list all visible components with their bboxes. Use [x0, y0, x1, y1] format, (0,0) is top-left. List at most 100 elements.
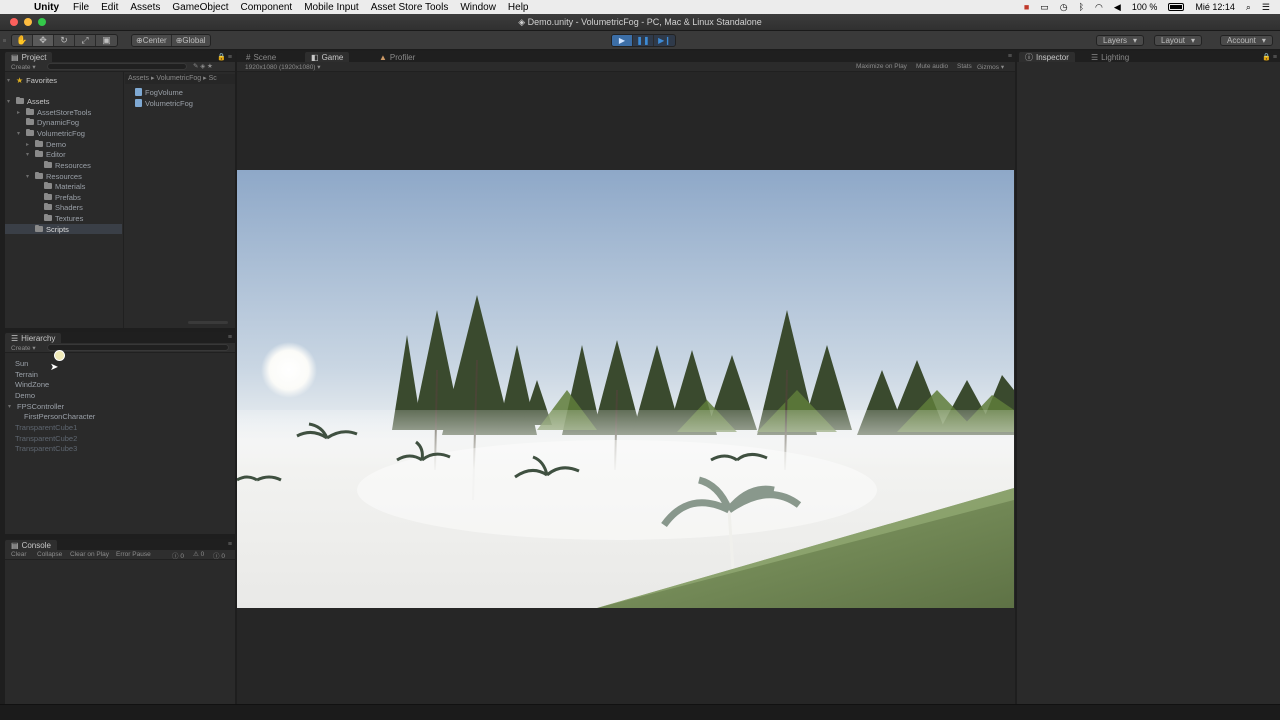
tree-item[interactable]: Textures — [35, 213, 83, 223]
hierarchy-item-disabled[interactable]: TransparentCube2 — [15, 433, 77, 443]
tree-item[interactable]: ▸ Demo — [26, 139, 66, 149]
menu-help[interactable]: Help — [508, 2, 529, 13]
tab-lighting[interactable]: ☰ Lighting — [1085, 52, 1135, 62]
console-clear-on-play-button[interactable]: Clear on Play — [70, 551, 109, 558]
project-create-dropdown[interactable]: Create ▾ — [11, 63, 36, 71]
tree-item[interactable]: ▾ Resources — [26, 171, 82, 181]
hierarchy-search-input[interactable] — [47, 344, 229, 351]
play-icon[interactable]: ▶ — [612, 35, 633, 46]
tree-item[interactable]: Resources — [35, 160, 91, 170]
bluetooth-icon[interactable]: ᛒ — [1079, 2, 1084, 12]
account-dropdown[interactable]: Account ▾ — [1220, 35, 1273, 46]
resolution-dropdown[interactable]: 1920x1080 (1920x1080) ▾ — [245, 63, 321, 71]
hierarchy-item[interactable]: Terrain — [15, 369, 38, 379]
file-item[interactable]: VolumetricFog — [135, 98, 193, 108]
tree-item[interactable]: Shaders — [35, 202, 83, 212]
menu-component[interactable]: Component — [241, 2, 293, 13]
tree-item[interactable]: DynamicFog — [17, 117, 79, 127]
layers-label: Layers — [1103, 36, 1128, 45]
error-count-toggle[interactable]: ⓘ 0 — [213, 550, 225, 560]
filter-icons[interactable]: ✎ ◈ ★ — [193, 62, 213, 70]
folder-icon — [44, 182, 52, 189]
console-clear-button[interactable]: Clear — [11, 551, 27, 558]
hierarchy-item[interactable]: FirstPersonCharacter — [24, 411, 95, 421]
tree-item[interactable]: Prefabs — [35, 192, 81, 202]
tree-item[interactable]: ▸ AssetStoreTools — [17, 107, 91, 117]
hierarchy-item[interactable]: ▾ FPSController — [8, 401, 64, 411]
tab-game[interactable]: ◧ Game — [305, 52, 350, 62]
rect-tool-icon[interactable]: ▣ — [96, 35, 117, 46]
hierarchy-item[interactable]: Demo — [15, 390, 35, 400]
panel-menu-icon[interactable]: 🔒 ≡ — [217, 53, 232, 61]
panel-menu-icon[interactable]: ≡ — [1008, 53, 1012, 60]
tree-item[interactable]: ▾ Assets — [7, 96, 50, 106]
breadcrumb-item[interactable]: Assets — [128, 75, 149, 82]
console-collapse-button[interactable]: Collapse — [37, 551, 62, 558]
panel-menu-icon[interactable]: ≡ — [228, 541, 232, 548]
creative-cloud-icon[interactable]: ■ — [1024, 2, 1029, 12]
menu-edit[interactable]: Edit — [101, 2, 118, 13]
hierarchy-item[interactable]: WindZone — [15, 379, 49, 389]
menu-asset-store-tools[interactable]: Asset Store Tools — [371, 2, 449, 13]
hand-tool-icon[interactable]: ✋ — [12, 35, 33, 46]
file-item[interactable]: FogVolume — [135, 87, 183, 97]
tab-console[interactable]: ▤ Console — [5, 540, 57, 550]
clock[interactable]: Mié 12:14 — [1195, 2, 1235, 12]
pause-icon[interactable]: ❚❚ — [633, 35, 654, 46]
breadcrumb-item[interactable]: VolumetricFog — [156, 75, 201, 82]
hierarchy-item-disabled[interactable]: TransparentCube1 — [15, 422, 77, 432]
tab-scene-label: Scene — [253, 52, 277, 62]
info-count-toggle[interactable]: ⓘ 0 — [172, 550, 184, 560]
hierarchy-create-dropdown[interactable]: Create ▾ — [11, 344, 36, 352]
move-tool-icon[interactable]: ✥ — [33, 35, 54, 46]
layers-dropdown[interactable]: Layers ▾ — [1096, 35, 1145, 46]
hierarchy-item-label: TransparentCube2 — [15, 433, 78, 443]
tab-project[interactable]: ▤ Project — [5, 52, 53, 62]
tab-inspector[interactable]: ⓘ Inspector — [1019, 52, 1075, 62]
airplay-icon[interactable]: ▭ — [1040, 2, 1049, 13]
time-machine-icon[interactable]: ◷ — [1060, 2, 1068, 13]
tree-item[interactable]: ▾ Editor — [26, 149, 66, 159]
hierarchy-item[interactable]: Sun — [15, 358, 28, 368]
tree-item-selected[interactable]: Scripts — [5, 224, 122, 234]
game-viewport[interactable] — [237, 170, 1014, 608]
mute-audio-toggle[interactable]: Mute audio — [916, 63, 948, 70]
breadcrumb-item[interactable]: Sc — [209, 75, 217, 82]
console-error-pause-button[interactable]: Error Pause — [116, 551, 151, 558]
favorites-header[interactable]: ▾ ★ Favorites — [7, 75, 57, 85]
panel-menu-icon[interactable]: 🔒 ≡ — [1262, 53, 1277, 61]
tree-item[interactable]: ▾ VolumetricFog — [17, 128, 85, 138]
battery-icon[interactable] — [1168, 3, 1185, 11]
menu-mobile-input[interactable]: Mobile Input — [304, 2, 358, 13]
scale-tool-icon[interactable]: ⤢ — [75, 35, 96, 46]
menu-gameobject[interactable]: GameObject — [172, 2, 228, 13]
layout-dropdown[interactable]: Layout ▾ — [1154, 35, 1203, 46]
folder-icon — [26, 118, 34, 125]
tab-profiler[interactable]: ▲ Profiler — [373, 52, 421, 62]
battery-percent[interactable]: 100 % — [1132, 2, 1158, 12]
gizmos-dropdown[interactable]: Gizmos ▾ — [977, 63, 1004, 71]
icon-size-slider[interactable] — [188, 321, 228, 324]
menu-app-name[interactable]: Unity — [34, 2, 59, 13]
menu-assets[interactable]: Assets — [130, 2, 160, 13]
tab-scene[interactable]: # Scene — [240, 52, 282, 62]
rotate-tool-icon[interactable]: ↻ — [54, 35, 75, 46]
wifi-icon[interactable]: ◠ — [1095, 2, 1103, 13]
hierarchy-item-disabled[interactable]: TransparentCube3 — [15, 443, 77, 453]
tab-hierarchy[interactable]: ☰ Hierarchy — [5, 333, 62, 343]
panel-menu-icon[interactable]: ≡ — [228, 334, 232, 341]
project-splitter[interactable] — [123, 72, 124, 328]
maximize-on-play-toggle[interactable]: Maximize on Play — [856, 63, 907, 70]
project-search-input[interactable] — [47, 63, 187, 70]
tree-item[interactable]: Materials — [35, 181, 85, 191]
volume-icon[interactable]: ◀ — [1114, 2, 1121, 13]
spotlight-search-icon[interactable]: ⌕ — [1246, 2, 1251, 13]
notification-center-icon[interactable]: ☰ — [1262, 2, 1270, 13]
warning-count-toggle[interactable]: ⚠ 0 — [193, 550, 204, 558]
menu-file[interactable]: File — [73, 2, 89, 13]
stats-toggle[interactable]: Stats — [957, 63, 972, 70]
step-icon[interactable]: ▶❙ — [654, 35, 675, 46]
pivot-center-button[interactable]: ⊕ Center — [132, 35, 172, 46]
pivot-global-button[interactable]: ⊕ Global — [172, 35, 210, 46]
menu-window[interactable]: Window — [460, 2, 496, 13]
